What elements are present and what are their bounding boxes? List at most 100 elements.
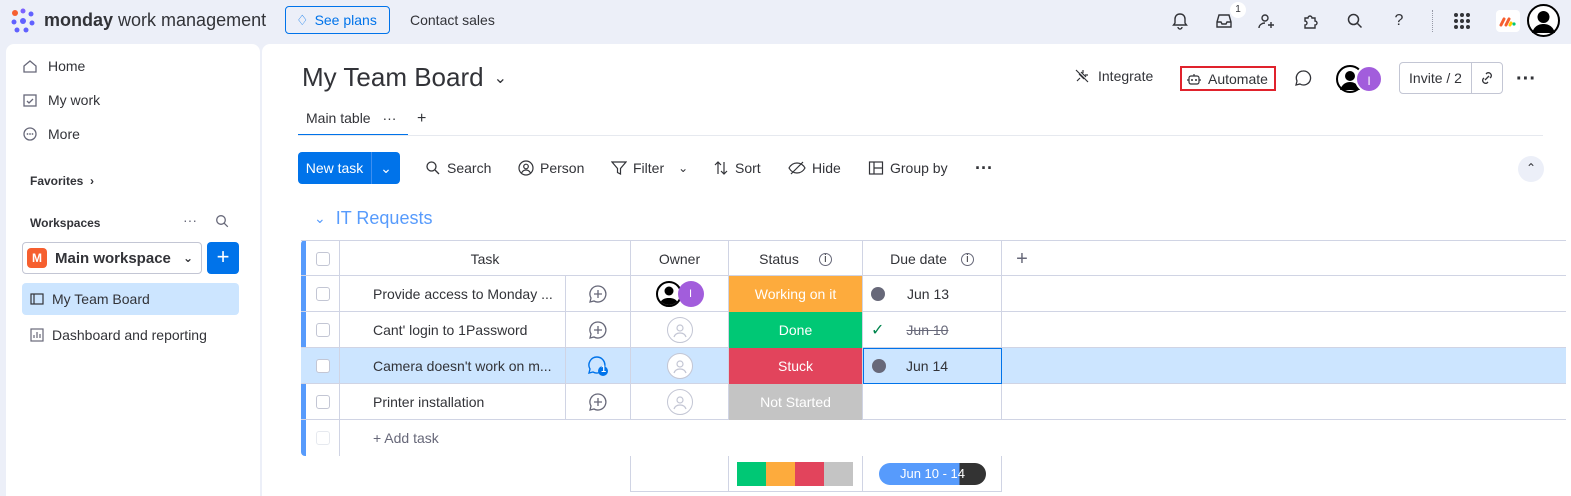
group-title[interactable]: IT Requests [336, 208, 433, 229]
owner-cell[interactable]: I [631, 276, 729, 312]
collapse-toolbar-icon[interactable]: ⌃ [1518, 156, 1544, 182]
due-date-cell[interactable]: Jun 14 [863, 348, 1002, 384]
sidebar-item-dashboard[interactable]: Dashboard and reporting [30, 327, 207, 343]
comment-icon[interactable] [1294, 69, 1312, 92]
row-checkbox[interactable] [315, 395, 330, 409]
status-cell[interactable]: Not Started [729, 384, 863, 420]
row-select-cell[interactable] [306, 348, 340, 384]
integrate-button[interactable]: Integrate [1074, 68, 1153, 84]
bell-icon[interactable] [1168, 9, 1192, 33]
workspace-search-icon[interactable] [215, 214, 229, 233]
status-cell[interactable]: Working on it [729, 276, 863, 312]
favorites-toggle[interactable]: Favorites › [30, 174, 94, 188]
column-header-status[interactable]: Status i [729, 241, 863, 277]
monday-mini-logo-icon[interactable] [1496, 10, 1520, 32]
help-icon[interactable]: ? [1387, 9, 1411, 33]
sort-button[interactable]: Sort [713, 160, 761, 176]
owner-cell[interactable] [631, 312, 729, 348]
updates-cell[interactable] [566, 312, 631, 348]
task-name[interactable]: Cant' login to 1Password [373, 322, 527, 338]
sidebar-item-my-work[interactable]: My work [22, 92, 100, 108]
updates-cell[interactable] [566, 384, 631, 420]
updates-cell[interactable]: 1 [566, 348, 631, 384]
select-all-cell[interactable] [306, 241, 340, 277]
row-checkbox[interactable] [315, 323, 330, 337]
search-button[interactable]: Search [425, 160, 491, 176]
task-name-cell[interactable]: Camera doesn't work on m... [340, 348, 566, 384]
sidebar-item-my-team-board[interactable]: My Team Board [22, 283, 239, 315]
see-plans-button[interactable]: ♢ See plans [285, 6, 390, 34]
new-task-label[interactable]: New task [298, 152, 372, 184]
task-name[interactable]: Provide access to Monday ... [373, 286, 553, 302]
status-distribution-bar[interactable] [737, 461, 853, 486]
new-task-button[interactable]: New task ⌄ [298, 152, 400, 184]
task-name-cell[interactable]: Cant' login to 1Password [340, 312, 566, 348]
hide-button[interactable]: Hide [788, 160, 841, 176]
chevron-down-icon[interactable]: ⌄ [314, 210, 326, 227]
info-icon[interactable]: i [960, 252, 974, 266]
updates-cell[interactable] [566, 276, 631, 312]
sidebar-item-home[interactable]: Home [22, 58, 85, 74]
workspaces-more-icon[interactable]: ··· [183, 212, 197, 228]
table-row[interactable]: Provide access to Monday ... I Working o… [301, 276, 1566, 312]
board-title[interactable]: My Team Board ⌄ [302, 62, 507, 93]
board-more-icon[interactable]: ··· [1516, 68, 1536, 91]
status-summary[interactable] [729, 456, 863, 492]
column-header-task[interactable]: Task [340, 241, 631, 277]
contact-sales-link[interactable]: Contact sales [410, 12, 495, 28]
info-icon[interactable]: i [818, 252, 832, 266]
apps-icon[interactable] [1299, 9, 1323, 33]
row-checkbox[interactable] [315, 359, 330, 373]
table-row[interactable]: Printer installation Not Started [301, 384, 1566, 420]
task-name[interactable]: Camera doesn't work on m... [373, 358, 552, 374]
add-update-icon[interactable] [588, 284, 608, 304]
row-select-cell[interactable] [306, 312, 340, 348]
invite-member-icon[interactable] [1255, 9, 1279, 33]
link-icon[interactable] [1472, 63, 1502, 93]
task-name-cell[interactable]: Provide access to Monday ... [340, 276, 566, 312]
automate-button[interactable]: Automate [1180, 66, 1276, 91]
row-select-cell[interactable] [306, 276, 340, 312]
column-header-owner[interactable]: Owner [631, 241, 729, 277]
timeline-range[interactable]: Jun 10 - 14 [879, 462, 986, 485]
tab-main-table[interactable]: Main table ··· [298, 106, 408, 136]
add-task-input[interactable]: + Add task [340, 420, 1040, 456]
add-workspace-item-button[interactable]: + [207, 242, 239, 274]
status-cell[interactable]: Done [729, 312, 863, 348]
add-task-row[interactable]: + Add task [301, 420, 1566, 456]
search-icon[interactable] [1343, 9, 1367, 33]
group-header[interactable]: ⌄ IT Requests [314, 208, 432, 229]
brand-name[interactable]: monday work management [44, 10, 266, 31]
add-update-icon[interactable] [588, 320, 608, 340]
monday-logo-icon[interactable] [10, 8, 36, 34]
chevron-down-icon[interactable]: ⌄ [372, 152, 400, 184]
tab-more-icon[interactable]: ··· [382, 110, 396, 126]
sidebar-item-more[interactable]: More [22, 126, 80, 142]
table-row[interactable]: Cant' login to 1Password Done ✓ Jun 10 [301, 312, 1566, 348]
due-date-cell[interactable]: ✓ Jun 10 [863, 312, 1002, 348]
owner-cell[interactable] [631, 348, 729, 384]
member-avatar-initial[interactable]: I [1355, 65, 1383, 93]
add-column-button[interactable]: + [1002, 241, 1042, 277]
person-filter-button[interactable]: Person [518, 160, 584, 176]
select-all-checkbox[interactable] [315, 252, 330, 266]
workspace-selector[interactable]: M Main workspace ⌄ [22, 242, 202, 274]
group-by-button[interactable]: Group by [868, 160, 948, 176]
add-update-icon[interactable] [588, 392, 608, 412]
due-date-cell[interactable]: Jun 13 [863, 276, 1002, 312]
user-avatar[interactable] [1527, 4, 1560, 37]
row-checkbox[interactable] [315, 287, 330, 301]
table-row-selected[interactable]: Camera doesn't work on m... 1 Stuck Jun … [301, 348, 1566, 384]
due-date-summary[interactable]: Jun 10 - 14 [863, 456, 1002, 492]
chevron-down-icon[interactable]: ⌄ [678, 161, 688, 175]
row-select-cell[interactable] [306, 384, 340, 420]
task-name-cell[interactable]: Printer installation [340, 384, 566, 420]
status-cell[interactable]: Stuck [729, 348, 863, 384]
invite-button[interactable]: Invite / 2 [1399, 62, 1503, 94]
due-date-cell[interactable] [863, 384, 1002, 420]
task-name[interactable]: Printer installation [373, 394, 484, 410]
toolbar-more-icon[interactable]: ··· [975, 158, 993, 179]
column-header-due-date[interactable]: Due date i [863, 241, 1002, 277]
filter-button[interactable]: Filter ⌄ [611, 160, 688, 176]
grid-icon[interactable] [1450, 9, 1474, 33]
